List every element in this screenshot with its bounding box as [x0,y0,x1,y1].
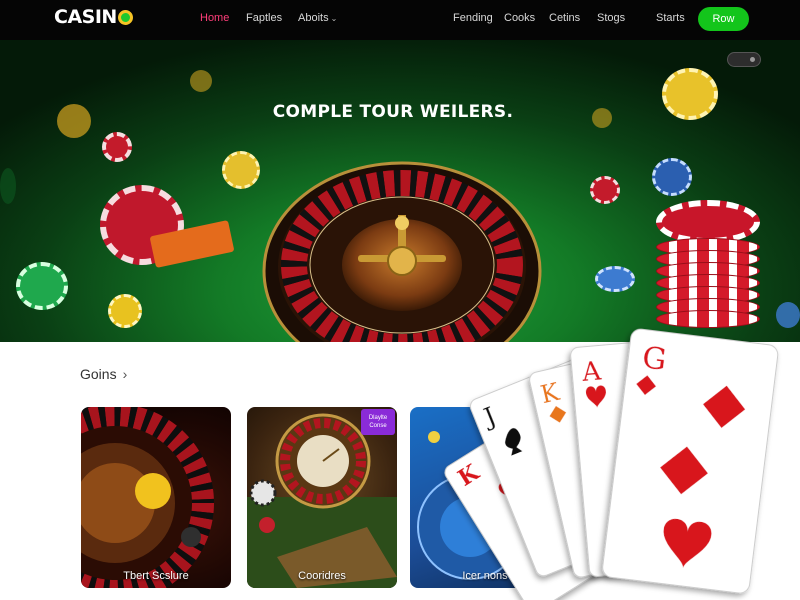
card-diamonds: G [602,328,779,594]
red-chip-icon [590,176,620,204]
chevron-down-icon: ⌄ [330,14,338,23]
svg-text:G: G [640,341,668,379]
section-title-text: Goins [80,366,117,382]
gold-chip-icon [57,104,91,138]
svg-text:A: A [580,356,604,388]
tile-label: Cooridres [298,570,346,582]
game-tile-table[interactable]: Dlaylte Conse Cooridres [247,407,397,588]
logo-chip-icon [117,10,133,25]
nav-item-cetins[interactable]: Cetins [549,12,580,24]
cta-button[interactable]: Row [698,7,749,31]
toggle-switch[interactable] [727,52,761,67]
nav-item-aboits-label: Aboits [298,12,329,24]
top-nav: CASIN Home Faptles Aboits ⌄ Fending Cooks… [0,0,800,40]
yellow-chip-icon [222,151,260,189]
blue-chip-icon [595,266,635,292]
logo-text: CASIN [54,6,117,28]
section-title[interactable]: Goins › [80,366,127,382]
yellow-chip-icon [108,294,142,328]
hero-banner: COMPLE TOUR WEILERS. [0,40,800,342]
red-chip-icon [102,132,132,162]
gold-chip-icon [662,68,718,120]
nav-item-stogs[interactable]: Stogs [597,12,625,24]
playing-cards-icon: K J K A G [444,328,779,600]
gold-chip-icon [592,108,612,128]
green-chip-icon [16,262,68,310]
roulette-wheel-icon [81,407,214,588]
roulette-wheel-icon [262,161,542,342]
nav-item-fending[interactable]: Fending [453,12,493,24]
tile-badge: Dlaylte Conse [361,409,395,435]
game-tile-roulette[interactable]: Tbert Scslure [81,407,231,588]
nav-item-starts[interactable]: Starts [656,12,685,24]
nav-item-home[interactable]: Home [200,12,229,24]
blue-chip-icon [652,158,692,196]
tile-label: Tbert Scslure [123,570,189,582]
gold-chip-icon [190,70,212,92]
nav-item-aboits[interactable]: Aboits ⌄ [298,12,337,24]
green-chip-icon [0,168,16,204]
nav-item-faptles[interactable]: Faptles [246,12,282,24]
chip-stack-icon [656,200,768,328]
nav-item-cooks[interactable]: Cooks [504,12,535,24]
chevron-right-icon: › [122,366,128,382]
casino-logo[interactable]: CASIN [54,6,133,28]
